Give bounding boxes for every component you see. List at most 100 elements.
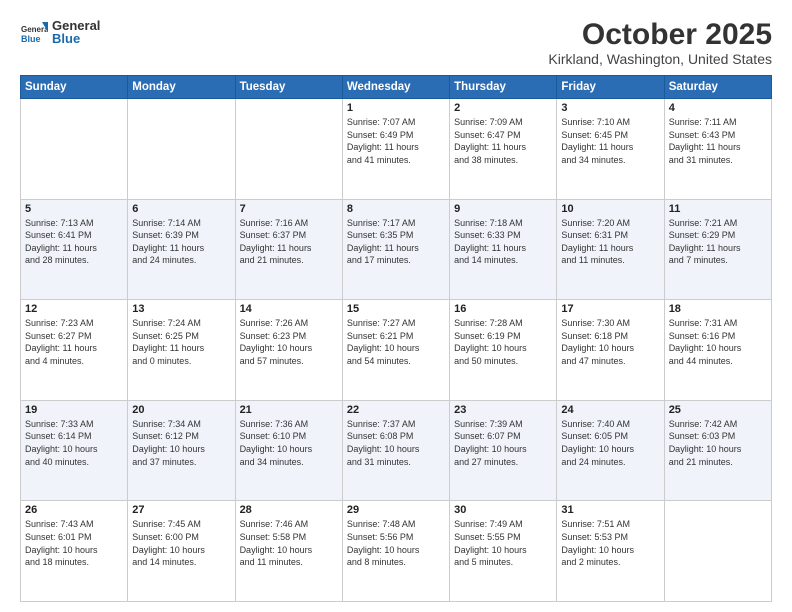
calendar-cell: 18 Sunrise: 7:31 AMSunset: 6:16 PMDayligh… <box>664 300 771 401</box>
calendar-week-1: 5 Sunrise: 7:13 AMSunset: 6:41 PMDaylight… <box>21 199 772 300</box>
calendar-cell: 25 Sunrise: 7:42 AMSunset: 6:03 PMDayligh… <box>664 400 771 501</box>
day-number: 3 <box>561 102 659 114</box>
calendar-cell: 19 Sunrise: 7:33 AMSunset: 6:14 PMDayligh… <box>21 400 128 501</box>
calendar-cell: 11Sunrise: 7:21 AMSunset: 6:29 PMDayligh… <box>664 199 771 300</box>
logo-text: General Blue <box>52 19 100 45</box>
calendar-cell <box>21 99 128 200</box>
day-number: 6 <box>132 203 230 215</box>
day-info: Sunrise: 7:20 AMSunset: 6:31 PMDaylight:… <box>561 217 659 267</box>
calendar-week-4: 26 Sunrise: 7:43 AMSunset: 6:01 PMDayligh… <box>21 501 772 602</box>
calendar-cell: 29Sunrise: 7:48 AMSunset: 5:56 PMDayligh… <box>342 501 449 602</box>
day-info: Sunrise: 7:34 AMSunset: 6:12 PMDaylight:… <box>132 418 230 468</box>
calendar-table: SundayMondayTuesdayWednesdayThursdayFrid… <box>20 75 772 602</box>
day-info: Sunrise: 7:10 AMSunset: 6:45 PMDaylight:… <box>561 116 659 166</box>
day-info: Sunrise: 7:39 AMSunset: 6:07 PMDaylight:… <box>454 418 552 468</box>
day-info: Sunrise: 7:48 AMSunset: 5:56 PMDaylight:… <box>347 518 445 568</box>
calendar-cell: 12Sunrise: 7:23 AMSunset: 6:27 PMDayligh… <box>21 300 128 401</box>
day-number: 9 <box>454 203 552 215</box>
day-number: 21 <box>240 404 338 416</box>
day-info: Sunrise: 7:13 AMSunset: 6:41 PMDaylight:… <box>25 217 123 267</box>
calendar-cell: 6 Sunrise: 7:14 AMSunset: 6:39 PMDaylight… <box>128 199 235 300</box>
logo-blue-text: Blue <box>52 32 100 45</box>
calendar-cell: 21 Sunrise: 7:36 AMSunset: 6:10 PMDayligh… <box>235 400 342 501</box>
day-info: Sunrise: 7:24 AMSunset: 6:25 PMDaylight:… <box>132 317 230 367</box>
calendar-cell: 14Sunrise: 7:26 AMSunset: 6:23 PMDayligh… <box>235 300 342 401</box>
month-title: October 2025 <box>548 18 772 51</box>
calendar-cell: 3 Sunrise: 7:10 AMSunset: 6:45 PMDaylight… <box>557 99 664 200</box>
day-number: 17 <box>561 303 659 315</box>
calendar-cell: 31 Sunrise: 7:51 AMSunset: 5:53 PMDayligh… <box>557 501 664 602</box>
calendar-cell: 15 Sunrise: 7:27 AMSunset: 6:21 PMDayligh… <box>342 300 449 401</box>
day-info: Sunrise: 7:28 AMSunset: 6:19 PMDaylight:… <box>454 317 552 367</box>
day-number: 13 <box>132 303 230 315</box>
calendar-cell: 10 Sunrise: 7:20 AMSunset: 6:31 PMDayligh… <box>557 199 664 300</box>
svg-text:General: General <box>21 25 48 34</box>
col-header-tuesday: Tuesday <box>235 76 342 99</box>
calendar-cell <box>235 99 342 200</box>
day-number: 10 <box>561 203 659 215</box>
calendar-cell <box>128 99 235 200</box>
calendar-cell: 30 Sunrise: 7:49 AMSunset: 5:55 PMDayligh… <box>450 501 557 602</box>
calendar-cell: 13 Sunrise: 7:24 AMSunset: 6:25 PMDayligh… <box>128 300 235 401</box>
calendar-cell: 20 Sunrise: 7:34 AMSunset: 6:12 PMDayligh… <box>128 400 235 501</box>
day-number: 31 <box>561 504 659 516</box>
day-info: Sunrise: 7:17 AMSunset: 6:35 PMDaylight:… <box>347 217 445 267</box>
day-number: 2 <box>454 102 552 114</box>
day-number: 30 <box>454 504 552 516</box>
day-number: 24 <box>561 404 659 416</box>
day-number: 25 <box>669 404 767 416</box>
day-number: 5 <box>25 203 123 215</box>
day-number: 4 <box>669 102 767 114</box>
day-info: Sunrise: 7:23 AMSunset: 6:27 PMDaylight:… <box>25 317 123 367</box>
day-info: Sunrise: 7:27 AMSunset: 6:21 PMDaylight:… <box>347 317 445 367</box>
day-info: Sunrise: 7:11 AMSunset: 6:43 PMDaylight:… <box>669 116 767 166</box>
day-info: Sunrise: 7:46 AMSunset: 5:58 PMDaylight:… <box>240 518 338 568</box>
day-number: 14 <box>240 303 338 315</box>
calendar-cell: 7Sunrise: 7:16 AMSunset: 6:37 PMDaylight… <box>235 199 342 300</box>
day-number: 15 <box>347 303 445 315</box>
day-info: Sunrise: 7:30 AMSunset: 6:18 PMDaylight:… <box>561 317 659 367</box>
col-header-friday: Friday <box>557 76 664 99</box>
col-header-wednesday: Wednesday <box>342 76 449 99</box>
page: General Blue General Blue October 2025 K… <box>0 0 792 612</box>
day-number: 28 <box>240 504 338 516</box>
title-block: October 2025 Kirkland, Washington, Unite… <box>548 18 772 67</box>
day-info: Sunrise: 7:43 AMSunset: 6:01 PMDaylight:… <box>25 518 123 568</box>
day-info: Sunrise: 7:42 AMSunset: 6:03 PMDaylight:… <box>669 418 767 468</box>
day-number: 16 <box>454 303 552 315</box>
calendar-header-row: SundayMondayTuesdayWednesdayThursdayFrid… <box>21 76 772 99</box>
col-header-saturday: Saturday <box>664 76 771 99</box>
calendar-week-3: 19 Sunrise: 7:33 AMSunset: 6:14 PMDayligh… <box>21 400 772 501</box>
calendar-cell: 2 Sunrise: 7:09 AMSunset: 6:47 PMDaylight… <box>450 99 557 200</box>
day-info: Sunrise: 7:40 AMSunset: 6:05 PMDaylight:… <box>561 418 659 468</box>
day-number: 18 <box>669 303 767 315</box>
day-info: Sunrise: 7:37 AMSunset: 6:08 PMDaylight:… <box>347 418 445 468</box>
day-number: 26 <box>25 504 123 516</box>
day-number: 8 <box>347 203 445 215</box>
header: General Blue General Blue October 2025 K… <box>20 18 772 67</box>
calendar-cell: 22 Sunrise: 7:37 AMSunset: 6:08 PMDayligh… <box>342 400 449 501</box>
col-header-thursday: Thursday <box>450 76 557 99</box>
day-number: 1 <box>347 102 445 114</box>
day-number: 7 <box>240 203 338 215</box>
day-info: Sunrise: 7:31 AMSunset: 6:16 PMDaylight:… <box>669 317 767 367</box>
day-info: Sunrise: 7:09 AMSunset: 6:47 PMDaylight:… <box>454 116 552 166</box>
day-number: 22 <box>347 404 445 416</box>
calendar-cell <box>664 501 771 602</box>
day-info: Sunrise: 7:36 AMSunset: 6:10 PMDaylight:… <box>240 418 338 468</box>
calendar-cell: 23 Sunrise: 7:39 AMSunset: 6:07 PMDayligh… <box>450 400 557 501</box>
logo-icon: General Blue <box>20 18 48 46</box>
calendar-cell: 27Sunrise: 7:45 AMSunset: 6:00 PMDayligh… <box>128 501 235 602</box>
day-info: Sunrise: 7:33 AMSunset: 6:14 PMDaylight:… <box>25 418 123 468</box>
day-number: 20 <box>132 404 230 416</box>
day-info: Sunrise: 7:49 AMSunset: 5:55 PMDaylight:… <box>454 518 552 568</box>
svg-text:Blue: Blue <box>21 34 41 44</box>
day-info: Sunrise: 7:14 AMSunset: 6:39 PMDaylight:… <box>132 217 230 267</box>
calendar-cell: 26 Sunrise: 7:43 AMSunset: 6:01 PMDayligh… <box>21 501 128 602</box>
logo: General Blue General Blue <box>20 18 100 46</box>
calendar-week-0: 1Sunrise: 7:07 AMSunset: 6:49 PMDaylight… <box>21 99 772 200</box>
day-number: 19 <box>25 404 123 416</box>
day-number: 23 <box>454 404 552 416</box>
day-info: Sunrise: 7:51 AMSunset: 5:53 PMDaylight:… <box>561 518 659 568</box>
day-info: Sunrise: 7:45 AMSunset: 6:00 PMDaylight:… <box>132 518 230 568</box>
